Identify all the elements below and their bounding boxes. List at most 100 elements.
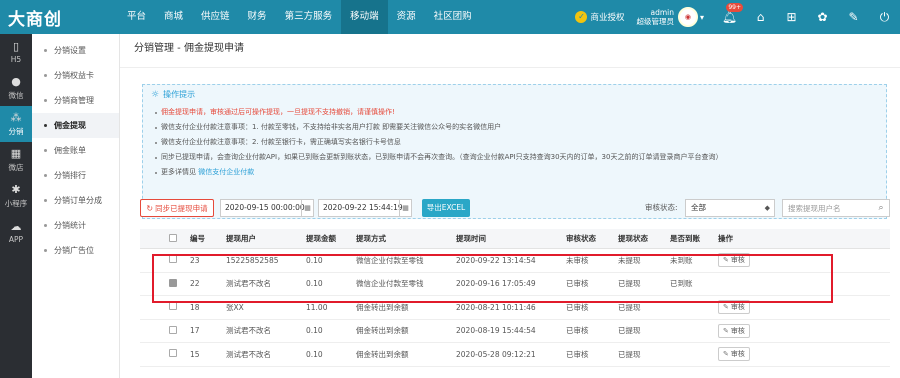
cell-method: 佣金转出到余额 xyxy=(356,326,409,336)
header-withdraw-status: 提现状态 xyxy=(618,234,648,243)
review-label: 审核 xyxy=(730,303,745,312)
cell-method: 微信企业付款至零钱 xyxy=(356,279,424,289)
cell-withdraw-status: 已提现 xyxy=(618,349,641,359)
table-row: 18 张XX 11.00 佣金转出到余额 2020-08-21 10:11:46… xyxy=(140,296,890,320)
select-all-checkbox[interactable] xyxy=(169,233,177,242)
sidebar-item-wechat[interactable]: ● 微信 xyxy=(0,70,32,106)
subnav-item-settings[interactable]: 分销设置 xyxy=(32,38,119,63)
cell-user: 测试君不改名 xyxy=(226,349,271,359)
cell-amount: 0.10 xyxy=(306,255,323,265)
cell-method: 微信企业付款至零钱 xyxy=(356,255,424,265)
license-button[interactable]: ✓ 商业授权 xyxy=(575,11,624,23)
nav-item-platform[interactable]: 平台 xyxy=(118,0,155,34)
cell-amount: 0.10 xyxy=(306,349,323,359)
sidebar-item-h5[interactable]: ▯ H5 xyxy=(0,34,32,70)
broom-icon: ✎ xyxy=(848,10,859,24)
subnav-item-ranking[interactable]: 分销排行 xyxy=(32,163,119,188)
sidebar-item-mini-program[interactable]: ✱ 小程序 xyxy=(0,178,32,214)
nav-item-mobile[interactable]: 移动端 xyxy=(341,0,388,34)
cell-id: 15 xyxy=(190,349,200,359)
home-button[interactable]: ⌂ xyxy=(745,0,776,34)
nav-item-community[interactable]: 社区团购 xyxy=(425,0,481,34)
nav-item-third-party[interactable]: 第三方服务 xyxy=(276,0,342,34)
nav-item-supply-chain[interactable]: 供应链 xyxy=(192,0,239,34)
sidebar-item-store[interactable]: ▦ 微店 xyxy=(0,142,32,178)
row-checkbox[interactable] xyxy=(169,255,177,264)
review-button[interactable]: ✎ 审核 xyxy=(718,253,750,268)
nav-item-resources[interactable]: 资源 xyxy=(388,0,425,34)
row-checkbox[interactable] xyxy=(169,302,177,311)
review-button[interactable]: ✎ 审核 xyxy=(718,300,750,315)
review-label: 审核 xyxy=(730,326,745,335)
cell-user: 张XX xyxy=(226,302,244,312)
cell-actions: ✎ 审核 xyxy=(718,323,788,338)
header-user: 提现用户 xyxy=(226,234,256,243)
avatar[interactable]: ◉ xyxy=(677,7,698,27)
cell-actions: ✎ 审核 xyxy=(718,300,788,315)
sidebar-item-label: 微信 xyxy=(8,90,24,100)
edit-icon: ✎ xyxy=(723,256,729,265)
theme-button[interactable]: ✿ xyxy=(807,0,838,34)
logout-button[interactable]: ⏻ xyxy=(869,0,900,34)
bell-button[interactable]: 🔔︎ 99+ xyxy=(714,0,745,34)
cell-withdraw-status: 已提现 xyxy=(618,326,641,336)
calendar-icon[interactable]: ▦ xyxy=(399,200,411,216)
audit-status-select[interactable]: 全部 ◆ xyxy=(685,199,775,217)
sidebar-item-distribution[interactable]: ⁂ 分销 xyxy=(0,106,32,142)
start-date-value: 2020-09-15 00:00:00 xyxy=(225,203,305,212)
cell-method: 佣金转出到余额 xyxy=(356,302,409,312)
row-checkbox[interactable] xyxy=(169,349,177,358)
review-label: 审核 xyxy=(730,256,745,265)
row-checkbox[interactable] xyxy=(169,325,177,334)
user-info[interactable]: admin 超级管理员 xyxy=(636,8,674,26)
start-date-input[interactable]: 2020-09-15 00:00:00 ▦ xyxy=(220,199,314,217)
chevron-down-icon: ◆ xyxy=(764,204,770,212)
clear-cache-button[interactable]: ✎ xyxy=(838,0,869,34)
cell-amount: 0.10 xyxy=(306,326,323,336)
cell-withdraw-status: 未提现 xyxy=(618,255,641,265)
edit-icon: ✎ xyxy=(723,326,729,335)
search-icon[interactable]: ⌕ xyxy=(873,200,889,216)
tip-more-prefix: 更多详情见 xyxy=(161,168,196,176)
sitemap-button[interactable]: ⊞ xyxy=(776,0,807,34)
review-button[interactable]: ✎ 审核 xyxy=(718,323,750,338)
subnav-item-benefit-card[interactable]: 分销权益卡 xyxy=(32,63,119,88)
subnav-item-distributors[interactable]: 分销商管理 xyxy=(32,88,119,113)
user-role: 超级管理员 xyxy=(636,17,674,26)
search-input[interactable] xyxy=(783,200,871,216)
nav-item-finance[interactable]: 财务 xyxy=(239,0,276,34)
top-right: ✓ 商业授权 admin 超级管理员 ◉ ▾ 🔔︎ 99+ ⌂ ⊞ ✿ ✎ ⏻ xyxy=(575,0,900,34)
sidebar-item-app[interactable]: ☁ APP xyxy=(0,214,32,250)
sync-withdrawals-button[interactable]: ↻ 同步已提现申请 xyxy=(140,199,214,217)
wechat-pay-link[interactable]: 微信支付企业付款 xyxy=(198,168,254,176)
subnav-item-commission-bill[interactable]: 佣金账单 xyxy=(32,138,119,163)
cell-time: 2020-09-16 17:05:49 xyxy=(456,279,536,289)
header-id: 编号 xyxy=(190,234,205,243)
nav-item-mall[interactable]: 商城 xyxy=(155,0,192,34)
cell-time: 2020-08-21 10:11:46 xyxy=(456,302,536,312)
export-excel-button[interactable]: 导出EXCEL xyxy=(422,199,470,217)
logo[interactable]: 大商创 xyxy=(0,0,118,34)
subnav-item-order-share[interactable]: 分销订单分成 xyxy=(32,188,119,213)
subnav-item-statistics[interactable]: 分销统计 xyxy=(32,213,119,238)
cell-arrived: 未到账 xyxy=(670,255,693,265)
row-checkbox-cell xyxy=(140,255,190,265)
chevron-down-icon[interactable]: ▾ xyxy=(700,13,704,22)
table-header-row: 编号 提现用户 提现金额 提现方式 提现时间 审核状态 提现状态 是否到账 操作 xyxy=(140,229,890,249)
end-date-input[interactable]: 2020-09-22 15:44:19 ▦ xyxy=(318,199,412,217)
review-button[interactable]: ✎ 审核 xyxy=(718,347,750,362)
calendar-icon[interactable]: ▦ xyxy=(301,200,313,216)
audit-status-value: 全部 xyxy=(691,203,706,212)
page-title: 分销管理 - 佣金提现申请 xyxy=(120,34,900,68)
tip-item-more: 更多详情见 微信支付企业付款 xyxy=(143,165,886,180)
lightbulb-icon: ☼ xyxy=(151,90,160,100)
subnav-item-commission-withdraw[interactable]: 佣金提现 xyxy=(32,113,119,138)
subnav-item-ad-space[interactable]: 分销广告位 xyxy=(32,238,119,263)
header-amount: 提现金额 xyxy=(306,234,336,243)
home-icon: ⌂ xyxy=(756,10,765,24)
tip-item: 微信支付企业付款注意事项：1. 付款至零钱，不支持给非实名用户打款 即需要关注微… xyxy=(143,120,886,135)
bell-icon: 🔔︎ xyxy=(721,10,738,24)
table-row: 22 测试君不改名 0.10 微信企业付款至零钱 2020-09-16 17:0… xyxy=(140,273,890,296)
cell-user: 测试君不改名 xyxy=(226,279,271,289)
cell-id: 17 xyxy=(190,326,200,336)
